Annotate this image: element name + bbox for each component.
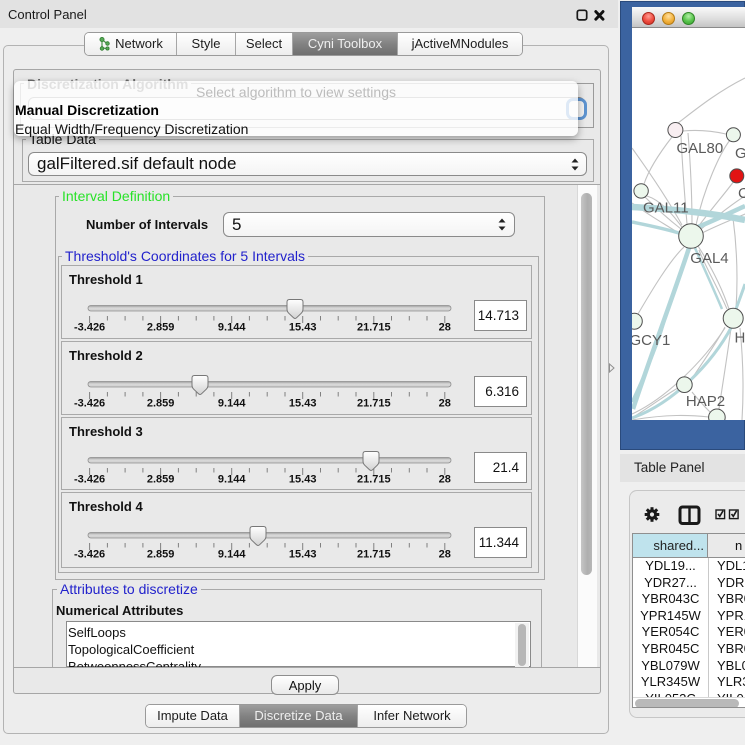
svg-text:15.43: 15.43	[289, 549, 317, 561]
svg-text:21.715: 21.715	[357, 473, 391, 485]
svg-text:2.859: 2.859	[147, 473, 175, 485]
svg-text:2.859: 2.859	[147, 549, 175, 561]
svg-text:28: 28	[439, 473, 451, 485]
svg-text:9.144: 9.144	[218, 473, 246, 485]
svg-text:C: C	[738, 185, 745, 202]
svg-text:15.43: 15.43	[289, 398, 317, 410]
svg-text:-3.426: -3.426	[74, 473, 105, 485]
svg-text:15.43: 15.43	[289, 322, 317, 334]
svg-text:-3.426: -3.426	[74, 398, 105, 410]
svg-text:21.715: 21.715	[357, 398, 391, 410]
svg-text:G.: G.	[735, 145, 745, 162]
svg-text:9.144: 9.144	[218, 549, 246, 561]
svg-text:GAL80: GAL80	[677, 140, 724, 157]
svg-text:15.43: 15.43	[289, 473, 317, 485]
svg-text:28: 28	[439, 398, 451, 410]
svg-text:-3.426: -3.426	[74, 322, 105, 334]
svg-text:28: 28	[439, 549, 451, 561]
svg-text:H: H	[735, 330, 745, 347]
svg-text:HAP2: HAP2	[686, 393, 725, 410]
svg-text:21.715: 21.715	[357, 549, 391, 561]
svg-text:9.144: 9.144	[218, 398, 246, 410]
svg-text:2.859: 2.859	[147, 398, 175, 410]
svg-text:21.715: 21.715	[357, 322, 391, 334]
svg-text:GAL11: GAL11	[643, 200, 689, 217]
svg-text:-3.426: -3.426	[74, 549, 105, 561]
svg-text:GCY1: GCY1	[632, 332, 670, 349]
svg-text:2.859: 2.859	[147, 322, 175, 334]
svg-text:GAL4: GAL4	[690, 250, 728, 267]
svg-text:28: 28	[439, 322, 451, 334]
svg-text:9.144: 9.144	[218, 322, 246, 334]
